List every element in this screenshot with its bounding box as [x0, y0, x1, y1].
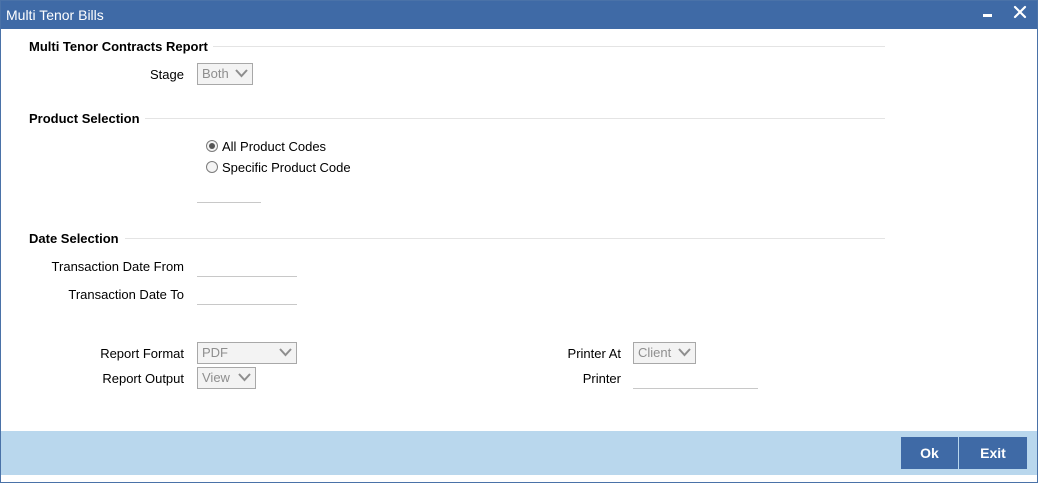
section-divider	[145, 118, 885, 119]
stage-label: Stage	[150, 67, 184, 82]
stage-select[interactable]: Both	[197, 63, 253, 85]
window-title: Multi Tenor Bills	[6, 7, 104, 23]
section-title-product: Product Selection	[29, 111, 140, 126]
title-bar: Multi Tenor Bills	[1, 1, 1037, 29]
chevron-down-icon	[678, 348, 691, 357]
transaction-date-to-label: Transaction Date To	[68, 287, 184, 302]
report-format-value: PDF	[202, 345, 228, 360]
report-output-select[interactable]: View	[197, 367, 256, 389]
printer-at-select[interactable]: Client	[633, 342, 696, 364]
ok-button[interactable]: Ok	[901, 437, 958, 469]
stage-select-value: Both	[202, 66, 229, 81]
radio-label-specific-product-code: Specific Product Code	[222, 160, 351, 175]
report-output-label: Report Output	[102, 371, 184, 386]
printer-at-value: Client	[638, 345, 672, 360]
printer-input[interactable]	[633, 369, 758, 389]
transaction-date-from-label: Transaction Date From	[51, 259, 184, 274]
report-output-value: View	[202, 370, 230, 385]
radio-label-all-product-codes: All Product Codes	[222, 139, 327, 154]
report-format-label: Report Format	[100, 346, 184, 361]
section-title-report: Multi Tenor Contracts Report	[29, 39, 208, 54]
multi-tenor-bills-window: Multi Tenor Bills Multi Tenor Contracts …	[0, 0, 1038, 483]
exit-button[interactable]: Exit	[959, 437, 1027, 469]
section-title-date: Date Selection	[29, 231, 119, 246]
product-code-input[interactable]	[197, 183, 261, 203]
radio-all-product-codes[interactable]	[206, 140, 218, 152]
chevron-down-icon	[235, 69, 248, 78]
report-format-select[interactable]: PDF	[197, 342, 297, 364]
close-icon[interactable]	[1009, 3, 1031, 25]
chevron-down-icon	[279, 348, 292, 357]
minimize-icon[interactable]	[977, 3, 999, 25]
transaction-date-from-input[interactable]	[197, 257, 297, 277]
chevron-down-icon	[238, 373, 251, 382]
section-divider	[213, 46, 885, 47]
footer-bar: Ok Exit	[1, 431, 1037, 475]
printer-label: Printer	[582, 371, 621, 386]
radio-specific-product-code[interactable]	[206, 161, 218, 173]
printer-at-label: Printer At	[567, 346, 621, 361]
section-divider	[125, 238, 885, 239]
transaction-date-to-input[interactable]	[197, 285, 297, 305]
